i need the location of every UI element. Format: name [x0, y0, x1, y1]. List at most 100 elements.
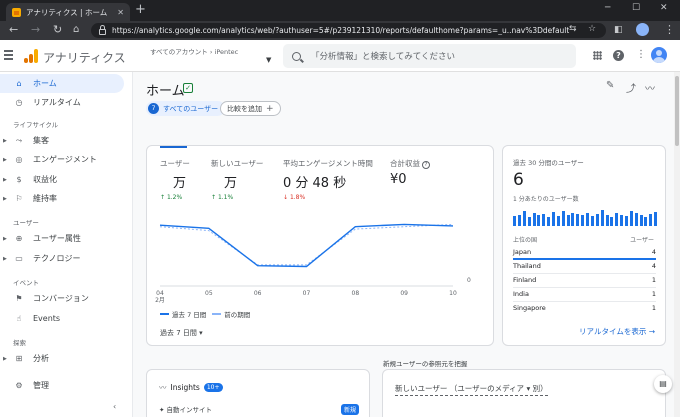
- legend-label-current: 過去 7 日間: [172, 311, 207, 319]
- sidebar-item-acquisition[interactable]: ▶ ⤳ 集客: [0, 131, 124, 150]
- customize-report-icon[interactable]: ✎: [606, 80, 614, 91]
- new-tab-button[interactable]: +: [135, 2, 146, 17]
- realtime-minute-bar: [571, 212, 575, 226]
- account-dropdown-icon[interactable]: ▼: [266, 56, 271, 64]
- explore-icon: ⊞: [15, 354, 23, 363]
- realtime-minute-bar: [624, 216, 628, 226]
- sidebar-item-home[interactable]: ⌂ ホーム: [0, 74, 124, 93]
- feedback-button[interactable]: ▤: [654, 375, 672, 393]
- realtime-minute-bar: [551, 211, 555, 226]
- view-realtime-link[interactable]: リアルタイムを表示 →: [579, 326, 655, 337]
- segment-chip-all-users[interactable]: 7 すべてのユーザー: [146, 101, 226, 116]
- sidebar-item-realtime[interactable]: ◷ リアルタイム: [0, 93, 124, 112]
- expand-caret-icon: ▶: [3, 355, 7, 362]
- sidebar-item-monetization[interactable]: ▶ $ 収益化: [0, 170, 124, 189]
- legend-swatch-current: [160, 313, 169, 315]
- analytics-favicon-icon: [12, 7, 21, 17]
- minimize-button[interactable]: ─: [605, 3, 610, 13]
- flag-icon: ⚑: [15, 294, 23, 303]
- table-row[interactable]: Thailand 4: [513, 260, 656, 274]
- section-event: イベント: [13, 279, 39, 287]
- date-range-dropdown[interactable]: 過去 7 日間 ▾: [160, 328, 203, 338]
- realtime-bar-chart: [513, 208, 659, 226]
- expand-caret-icon: ▶: [3, 195, 7, 202]
- home-browser-icon[interactable]: ⌂: [73, 23, 79, 37]
- sidebar-item-engagement[interactable]: ▶ ◎ エンゲージメント: [0, 150, 124, 169]
- expand-caret-icon: ▶: [3, 235, 7, 242]
- sidebar-item-conversions[interactable]: ⚑ コンバージョン: [0, 289, 124, 308]
- avatar[interactable]: [651, 47, 667, 63]
- x-tick-label: 06: [254, 290, 262, 297]
- table-row[interactable]: India 1: [513, 288, 656, 302]
- table-row[interactable]: Singapore 1: [513, 302, 656, 316]
- new-users-dimension-dropdown[interactable]: 新しいユーザー （ユーザーのメディア ▾ 別）: [395, 383, 548, 396]
- translate-icon[interactable]: ⇆: [569, 24, 577, 34]
- sidebar-item-retention[interactable]: ▶ ⚐ 維持率: [0, 189, 124, 208]
- forward-icon[interactable]: →: [31, 23, 40, 37]
- page-title: ホーム: [146, 84, 185, 99]
- x-tick-sublabel: 2月: [155, 297, 165, 304]
- realtime-minute-bar: [527, 217, 531, 226]
- extensions-icon[interactable]: ◧: [614, 23, 623, 37]
- add-comparison-label: 比較を追加: [227, 104, 262, 113]
- realtime-minute-bar: [600, 209, 604, 226]
- realtime-minute-bar: [556, 216, 560, 226]
- sidebar-item-events[interactable]: ☝ Events: [0, 309, 124, 328]
- sidebar-item-technology[interactable]: ▶ ▭ テクノロジー: [0, 249, 124, 268]
- analytics-logo-icon: [24, 49, 38, 63]
- apps-grid-icon[interactable]: [593, 51, 602, 60]
- browser-profile-icon[interactable]: [636, 23, 649, 36]
- address-bar[interactable]: https://analytics.google.com/analytics/w…: [91, 23, 606, 38]
- realtime-minute-bar: [513, 216, 516, 226]
- more-options-icon[interactable]: ⋮: [636, 50, 646, 60]
- sidebar-item-admin[interactable]: ⚙ 管理: [0, 376, 124, 395]
- main-content: ホーム ✓ ✎ ⤴ 〰 7 すべてのユーザー 比較を追加 + ユーザー 万 ↑ …: [133, 72, 680, 417]
- insights-count-badge: 10+: [203, 383, 223, 392]
- realtime-minute-bar: [586, 213, 589, 226]
- collapse-sidebar-icon[interactable]: ‹: [113, 402, 116, 411]
- realtime-minute-bar: [517, 215, 521, 226]
- realtime-minute-bar: [629, 210, 633, 226]
- reload-icon[interactable]: ↻: [53, 23, 62, 37]
- realtime-minute-bar: [644, 217, 648, 226]
- auto-insight-label[interactable]: ✦ 自動インサイト: [159, 404, 212, 414]
- realtime-minute-bar: [566, 215, 570, 226]
- menu-icon[interactable]: [4, 50, 13, 52]
- new-users-card: 新しいユーザー （ユーザーのメディア ▾ 別）: [382, 369, 666, 417]
- realtime-minute-bar: [615, 212, 619, 226]
- close-window-button[interactable]: ✕: [660, 3, 668, 13]
- new-badge: 新規: [340, 404, 359, 415]
- tab-close-icon[interactable]: ✕: [117, 8, 124, 17]
- table-row[interactable]: Japan 4: [513, 246, 656, 260]
- scrollbar-thumb[interactable]: [675, 76, 679, 146]
- help-icon[interactable]: ?: [613, 50, 624, 61]
- back-icon[interactable]: ←: [9, 23, 18, 37]
- realtime-minute-bar: [537, 215, 541, 226]
- breadcrumb[interactable]: すべてのアカウント › iPentec: [150, 46, 238, 56]
- retention-icon: ⚐: [15, 194, 23, 203]
- insights-trend-icon[interactable]: 〰: [645, 80, 655, 95]
- section-lifecycle: ライフサイクル: [13, 121, 59, 129]
- app-name: アナリティクス: [43, 51, 126, 65]
- table-row[interactable]: Finland 1: [513, 274, 656, 288]
- sidebar-item-explore[interactable]: ▶ ⊞ 分析: [0, 349, 124, 368]
- legend-label-previous: 前の期間: [224, 311, 251, 319]
- verified-check-icon: ✓: [183, 83, 193, 93]
- gear-icon: ⚙: [15, 381, 23, 390]
- series-line-current: [159, 223, 454, 268]
- bookmark-star-icon[interactable]: ☆: [588, 24, 596, 34]
- url-text[interactable]: https://analytics.google.com/analytics/w…: [112, 26, 569, 35]
- maximize-button[interactable]: ☐: [632, 3, 640, 13]
- globe-icon: ⊕: [15, 234, 23, 243]
- sidebar-item-demographics[interactable]: ▶ ⊕ ユーザー属性: [0, 229, 124, 248]
- browser-tab[interactable]: アナリティクス | ホーム ✕: [6, 3, 130, 21]
- search-input[interactable]: 「分析情報」と検索してみてください: [283, 44, 576, 68]
- add-comparison-button[interactable]: 比較を追加 +: [220, 101, 281, 116]
- home-icon: ⌂: [16, 79, 22, 88]
- browser-menu-icon[interactable]: ⋮: [664, 23, 675, 37]
- insights-title: Insights: [170, 383, 200, 392]
- share-icon[interactable]: ⤴: [626, 80, 636, 95]
- realtime-value: 6: [513, 170, 524, 190]
- realtime-minute-bar: [634, 213, 638, 226]
- browser-toolbar: ← → ↻ ⌂ https://analytics.google.com/ana…: [0, 21, 680, 40]
